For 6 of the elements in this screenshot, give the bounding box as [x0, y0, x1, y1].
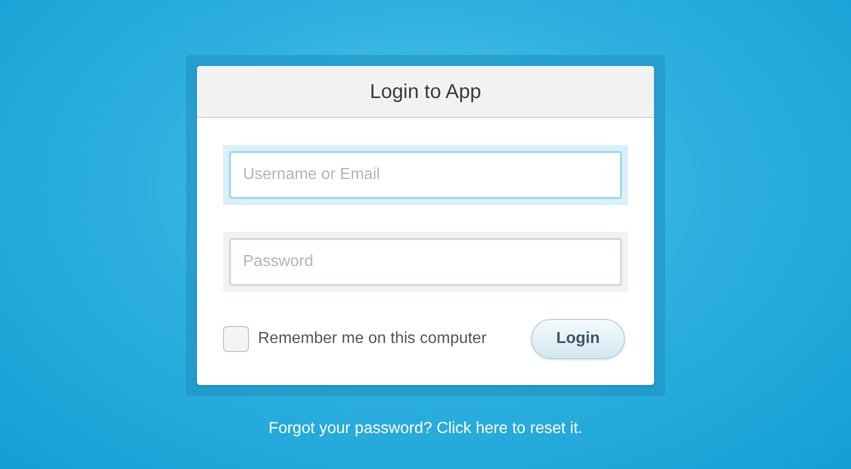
login-button[interactable]: Login	[531, 319, 625, 359]
dialog-title: Login to App	[370, 80, 482, 104]
remember-checkbox[interactable]	[223, 326, 249, 352]
input-field[interactable]: Password	[229, 238, 622, 286]
remember-label: Remember me on this computer	[258, 329, 487, 349]
input-field[interactable]: Username or Email	[229, 151, 622, 199]
